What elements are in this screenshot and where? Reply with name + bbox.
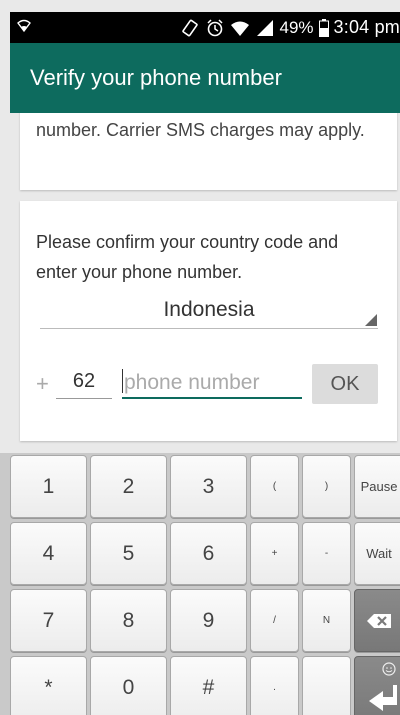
wifi-icon [230, 19, 250, 37]
content-area: number. Carrier SMS charges may apply. P… [10, 113, 400, 453]
key-9[interactable]: 9 [170, 589, 247, 652]
country-code-field[interactable]: 62 [56, 366, 112, 399]
key-blank[interactable] [302, 656, 351, 715]
key-pause[interactable]: Pause [354, 455, 400, 518]
key-slash[interactable]: / [250, 589, 299, 652]
instruction-text: Please confirm your country code and ent… [36, 232, 339, 282]
key-label: . [273, 682, 276, 693]
key-0[interactable]: 0 [90, 656, 167, 715]
key-minus[interactable]: - [302, 522, 351, 585]
key-wait[interactable]: Wait [354, 522, 400, 585]
key-label: / [273, 615, 276, 626]
info-card: number. Carrier SMS charges may apply. [20, 113, 397, 190]
key-7[interactable]: 7 [10, 589, 87, 652]
country-name: Indonesia [163, 298, 255, 321]
key-label: 0 [122, 676, 135, 699]
sms-charges-text: number. Carrier SMS charges may apply. [36, 120, 365, 140]
phone-number-input[interactable]: phone number [122, 366, 302, 399]
key-asterisk[interactable]: * [10, 656, 87, 715]
key-2[interactable]: 2 [90, 455, 167, 518]
key-label: * [44, 676, 53, 699]
key-label: 9 [202, 609, 215, 632]
key-label: # [202, 676, 215, 699]
status-bar: 49% 3:04 pm [10, 12, 400, 43]
key-plus[interactable]: + [250, 522, 299, 585]
key-period[interactable]: . [250, 656, 299, 715]
key-label: ( [272, 481, 277, 492]
key-close-paren[interactable]: ) [302, 455, 351, 518]
key-label: + [271, 548, 278, 559]
key-label: 7 [42, 609, 55, 632]
key-label [303, 657, 350, 682]
battery-icon [318, 18, 329, 37]
phone-placeholder: phone number [124, 371, 260, 394]
app-bar: Verify your phone number [10, 43, 400, 113]
key-1[interactable]: 1 [10, 455, 87, 518]
enter-icon [355, 661, 400, 713]
key-6[interactable]: 6 [170, 522, 247, 585]
key-5[interactable]: 5 [90, 522, 167, 585]
dropdown-arrow-icon [365, 314, 377, 326]
key-3[interactable]: 3 [170, 455, 247, 518]
key-hash[interactable]: # [170, 656, 247, 715]
plus-sign: + [36, 371, 49, 396]
key-open-paren[interactable]: ( [250, 455, 299, 518]
text-cursor [122, 369, 123, 393]
key-label: Wait [366, 546, 392, 561]
key-label: 1 [42, 475, 55, 498]
key-label: N [322, 615, 331, 626]
page-title: Verify your phone number [30, 65, 282, 90]
key-label: ) [324, 481, 329, 492]
key-label: 4 [42, 542, 55, 565]
clock: 3:04 pm [333, 17, 400, 37]
numeric-keyboard: 1 2 3 () Pause 4 5 6 + - Wait 7 8 9 / N * 0 #. [0, 453, 400, 715]
backspace-key[interactable] [354, 589, 400, 652]
alarm-icon [205, 18, 225, 38]
key-label: 6 [202, 542, 215, 565]
backspace-icon [355, 613, 400, 629]
key-4[interactable]: 4 [10, 522, 87, 585]
phone-entry-card: Please confirm your country code and ent… [20, 201, 397, 441]
rotate-icon [180, 18, 200, 38]
key-label: - [324, 548, 329, 559]
key-8[interactable]: 8 [90, 589, 167, 652]
key-label: 3 [202, 475, 215, 498]
key-label: 5 [122, 542, 135, 565]
ok-button[interactable]: OK [312, 364, 378, 404]
wifi-icon [16, 17, 32, 33]
key-label: 8 [122, 609, 135, 632]
country-select[interactable]: Indonesia [40, 296, 378, 329]
enter-key[interactable] [354, 656, 400, 715]
key-label: 2 [122, 475, 135, 498]
battery-percent: 49% [279, 17, 314, 37]
key-label: Pause [360, 479, 398, 494]
signal-icon [255, 19, 275, 37]
key-n[interactable]: N [302, 589, 351, 652]
